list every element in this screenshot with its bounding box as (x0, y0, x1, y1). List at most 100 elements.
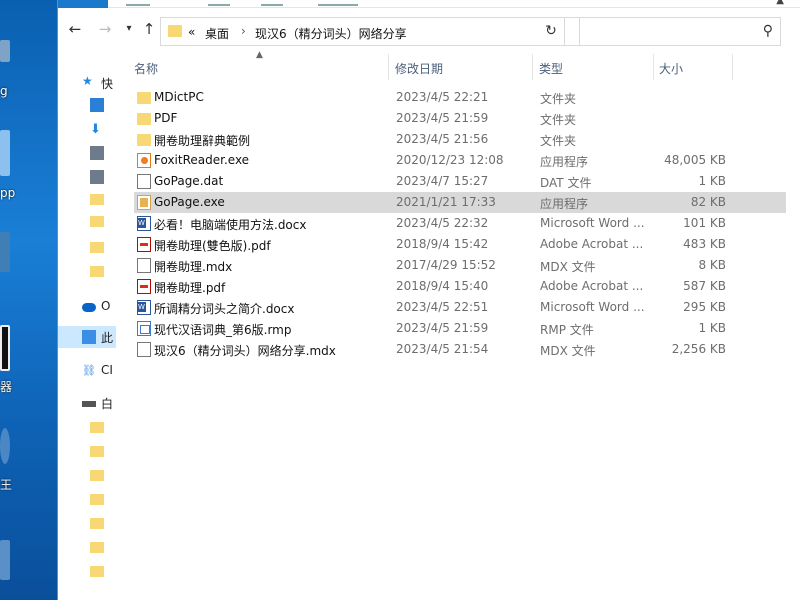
nav-item-18[interactable] (58, 536, 116, 558)
nav-item-16[interactable] (58, 488, 116, 510)
file-modified-date: 2018/9/4 15:40 (396, 279, 489, 293)
file-row[interactable]: PDF 2023/4/5 21:59 文件夹 (134, 108, 787, 129)
nav-item-label: 快 (101, 77, 114, 91)
file-row[interactable]: 必看！电脑端使用方法.docx 2023/4/5 22:32 Microsoft W… (134, 213, 787, 234)
file-modified-date: 2023/4/5 21:59 (396, 111, 489, 125)
desktop-label-fragment: 器 (0, 380, 13, 394)
nav-item-10[interactable]: 此 (58, 326, 116, 348)
file-row[interactable]: GoPage.dat 2023/4/7 15:27 DAT 文件 1 KB (134, 171, 787, 192)
exe-g-file-icon (137, 195, 151, 210)
desktop-shortcut-icon[interactable] (0, 40, 10, 62)
nav-item-6[interactable] (58, 210, 116, 232)
folder-icon (90, 242, 104, 253)
nav-item-3[interactable] (58, 142, 116, 164)
file-name: PDF (154, 111, 178, 125)
nav-item-label: CI (101, 363, 113, 377)
nav-item-15[interactable] (58, 464, 116, 486)
exe-f-file-icon (137, 153, 151, 168)
address-bar[interactable]: « 桌面 › 现汉6（精分词头）网络分享 ▾ (160, 17, 592, 46)
vertical-scrollbar[interactable] (786, 52, 800, 600)
nav-item-1[interactable] (58, 94, 116, 116)
star-icon: ★ (82, 74, 93, 88)
file-row[interactable]: GoPage.exe 2021/1/21 17:33 应用程序 82 KB (134, 192, 787, 213)
file-size: 2,256 KB (671, 342, 726, 356)
nav-item-19[interactable] (58, 560, 116, 582)
column-header-date[interactable]: 修改日期 (395, 60, 443, 77)
file-row[interactable]: 開卷助理.mdx 2017/4/29 15:52 MDX 文件 8 KB (134, 255, 787, 276)
file-modified-date: 2023/4/5 22:32 (396, 216, 489, 230)
file-modified-date: 2023/4/7 15:27 (396, 174, 489, 188)
folder-icon (137, 134, 151, 146)
file-row[interactable]: 開卷助理辭典範例 2023/4/5 21:56 文件夹 (134, 129, 787, 150)
desktop-icon (90, 98, 104, 112)
desktop-shortcut-icon[interactable] (0, 428, 10, 464)
column-divider[interactable] (388, 54, 389, 80)
ribbon-tab-view[interactable] (261, 0, 283, 6)
nav-item-13[interactable] (58, 416, 116, 438)
nav-item-5[interactable] (58, 188, 116, 210)
file-row[interactable]: 開卷助理(雙色版).pdf 2018/9/4 15:42 Adobe Acrobat… (134, 234, 787, 255)
this-pc-icon (82, 330, 96, 344)
chevron-up-icon[interactable]: ▲ (776, 0, 784, 6)
file-type: Adobe Acrobat ... (540, 279, 644, 293)
nav-item-7[interactable] (58, 236, 116, 258)
column-divider[interactable] (732, 54, 733, 80)
column-header-type[interactable]: 类型 (539, 60, 563, 77)
nav-item-label: 此 (101, 331, 114, 345)
nav-item-12[interactable]: 白 (58, 392, 116, 414)
onedrive-icon (82, 303, 96, 312)
folder-icon (90, 542, 104, 553)
file-row[interactable]: 開卷助理.pdf 2018/9/4 15:40 Adobe Acrobat ... 5… (134, 276, 787, 297)
chevron-right-icon[interactable]: › (241, 24, 246, 38)
doc-file-icon (137, 258, 151, 273)
back-button[interactable]: ← (64, 20, 86, 38)
file-size: 1 KB (698, 174, 726, 188)
file-size: 48,005 KB (664, 153, 726, 167)
desktop-shortcut-icon[interactable] (0, 232, 10, 272)
column-header-row: ▲ 名称 修改日期 类型 大小 (116, 50, 800, 80)
ribbon-tab-bar: ▲ (58, 0, 800, 8)
file-type: 应用程序 (540, 197, 589, 211)
ribbon-tab-home[interactable] (126, 0, 150, 6)
search-input[interactable]: ⚲ (579, 17, 781, 46)
breadcrumb-current-folder[interactable]: 现汉6（精分词头）网络分享 (255, 25, 407, 42)
up-button[interactable]: ↑ (138, 20, 160, 38)
refresh-button[interactable]: ↻ (538, 17, 565, 46)
file-row[interactable]: MDictPC 2023/4/5 22:21 文件夹 (134, 87, 787, 108)
file-modified-date: 2023/4/5 21:54 (396, 342, 489, 356)
desktop-shortcut-icon[interactable] (0, 540, 10, 580)
folder-icon (90, 422, 104, 433)
column-divider[interactable] (532, 54, 533, 80)
desktop-shortcut-icon[interactable] (0, 130, 10, 176)
breadcrumb-desktop[interactable]: 桌面 (205, 25, 229, 42)
recent-locations-chevron-icon[interactable]: ▾ (118, 23, 140, 34)
ribbon-tab-share[interactable] (208, 0, 230, 6)
file-row[interactable]: 现汉6（精分词头）网络分享.mdx 2023/4/5 21:54 MDX 文件 2,2… (134, 339, 787, 360)
column-divider[interactable] (653, 54, 654, 80)
nav-item-8[interactable] (58, 260, 116, 282)
nav-item-0[interactable]: ★ 快 (58, 72, 116, 94)
picture-icon (90, 170, 104, 184)
file-list: ▲ 名称 修改日期 类型 大小 MDictPC 2023/4/5 22:21 文件夹… (116, 50, 800, 600)
desktop-shortcut-icon[interactable] (0, 325, 10, 371)
rmp-file-icon (137, 321, 151, 336)
breadcrumb-overflow[interactable]: « (188, 25, 195, 39)
nav-item-9[interactable]: O (58, 296, 116, 318)
file-type: Microsoft Word ... (540, 216, 645, 230)
file-tab[interactable] (58, 0, 108, 8)
file-row[interactable]: FoxitReader.exe 2020/12/23 12:08 应用程序 48,00… (134, 150, 787, 171)
file-row[interactable]: 现代汉语词典_第6版.rmp 2023/4/5 21:59 RMP 文件 1 KB (134, 318, 787, 339)
nav-item-17[interactable] (58, 512, 116, 534)
drive-icon (82, 401, 96, 407)
forward-button[interactable]: → (94, 20, 116, 38)
file-row[interactable]: 所调精分词头之简介.docx 2023/4/5 22:51 Microsoft Wo… (134, 297, 787, 318)
nav-item-11[interactable]: ⛓ CI (58, 360, 116, 382)
search-icon[interactable]: ⚲ (763, 23, 773, 39)
ribbon-tab-app-tools[interactable] (318, 0, 358, 6)
column-header-size[interactable]: 大小 (659, 60, 683, 77)
nav-item-14[interactable] (58, 440, 116, 462)
nav-item-4[interactable] (58, 166, 116, 188)
file-size: 82 KB (690, 195, 726, 209)
nav-item-2[interactable]: ⬇ (58, 120, 116, 142)
column-header-name[interactable]: 名称 (134, 60, 158, 77)
